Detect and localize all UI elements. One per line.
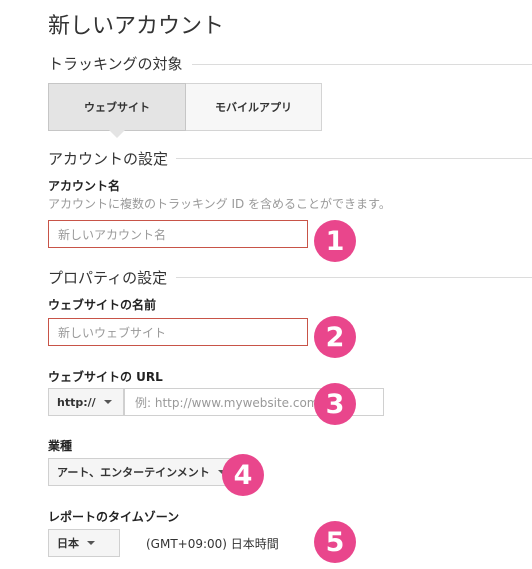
industry-value: アート、エンターテインメント: [57, 466, 210, 479]
tracking-tabs: ウェブサイト モバイルアプリ: [48, 83, 322, 131]
country-value: 日本: [57, 537, 79, 550]
tab-website[interactable]: ウェブサイト: [48, 83, 186, 131]
timezone-value[interactable]: (GMT+09:00) 日本時間: [146, 535, 279, 552]
annotation-badge-3: 3: [314, 383, 356, 425]
annotation-badge-1: 1: [314, 220, 356, 262]
industry-label: 業種: [48, 439, 73, 453]
protocol-value: http://: [57, 395, 96, 409]
industry-dropdown[interactable]: アート、エンターテインメント: [48, 458, 232, 486]
account-name-label: アカウント名: [48, 179, 121, 193]
country-dropdown[interactable]: 日本: [48, 529, 120, 557]
account-settings-divider: [176, 158, 532, 159]
website-name-label: ウェブサイトの名前: [48, 298, 157, 312]
protocol-dropdown[interactable]: http://: [48, 388, 124, 416]
website-url-label: ウェブサイトの URL: [48, 370, 163, 384]
property-settings-divider: [176, 277, 532, 278]
page-title: 新しいアカウント: [48, 14, 225, 39]
tab-mobile-app[interactable]: モバイルアプリ: [186, 83, 322, 131]
annotation-badge-5: 5: [314, 521, 356, 563]
website-name-input[interactable]: 新しいウェブサイト: [48, 318, 308, 346]
account-name-input[interactable]: 新しいアカウント名: [48, 220, 308, 248]
annotation-badge-4: 4: [222, 454, 264, 496]
chevron-down-icon: [103, 400, 112, 404]
account-name-help: アカウントに複数のトラッキング ID を含めることができます。: [48, 197, 391, 211]
tracking-section-divider: [192, 64, 532, 65]
chevron-down-icon: [87, 541, 95, 545]
tracking-section-title: トラッキングの対象: [48, 55, 183, 73]
timezone-label: レポートのタイムゾーン: [48, 510, 180, 524]
annotation-badge-2: 2: [314, 316, 356, 358]
active-tab-pointer: [109, 130, 125, 138]
account-settings-title: アカウントの設定: [48, 150, 169, 168]
property-settings-title: プロパティの設定: [48, 269, 168, 287]
